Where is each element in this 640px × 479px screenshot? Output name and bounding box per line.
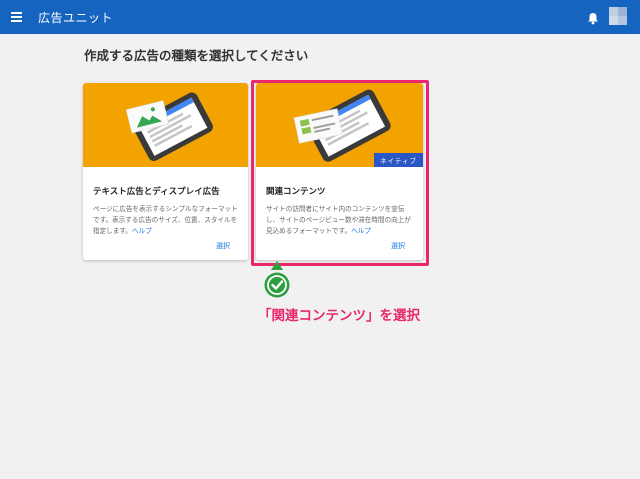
page-heading: 作成する広告の種類を選択してください bbox=[84, 48, 309, 63]
avatar-icon[interactable] bbox=[609, 7, 627, 25]
check-pin-icon bbox=[262, 261, 292, 301]
card-description: ページに広告を表示するシンプルなフォーマットです。表示する広告のサイズ、位置、ス… bbox=[93, 205, 238, 236]
card-description: サイトの訪問者にサイト内のコンテンツを宣伝し、サイトのページビュー数や滞在時間の… bbox=[266, 205, 411, 236]
card-title: 関連コンテンツ bbox=[266, 187, 326, 197]
select-button[interactable]: 選択 bbox=[391, 241, 405, 251]
card-hero: ネイティブ bbox=[256, 83, 423, 167]
native-badge: ネイティブ bbox=[374, 153, 423, 167]
phone-display-ad-icon bbox=[125, 92, 213, 161]
annotation-callout: 「関連コンテンツ」を選択 bbox=[258, 308, 420, 324]
ad-type-card-related-content[interactable]: ネイティブ 関連コンテンツ サイトの訪問者にサイト内のコンテンツを宣伝し、サイト… bbox=[256, 83, 423, 260]
top-app-bar: 広告ユニット bbox=[0, 0, 640, 34]
ad-type-card-text-display[interactable]: テキスト広告とディスプレイ広告 ページに広告を表示するシンプルなフォーマットです… bbox=[83, 83, 248, 260]
hamburger-menu-icon[interactable] bbox=[11, 12, 22, 22]
app-title: 広告ユニット bbox=[38, 11, 114, 25]
card-hero bbox=[83, 83, 248, 167]
card-title: テキスト広告とディスプレイ広告 bbox=[93, 187, 220, 197]
bell-icon[interactable] bbox=[587, 10, 599, 25]
help-link[interactable]: ヘルプ bbox=[351, 227, 371, 235]
select-button[interactable]: 選択 bbox=[216, 241, 230, 251]
help-link[interactable]: ヘルプ bbox=[132, 227, 152, 235]
